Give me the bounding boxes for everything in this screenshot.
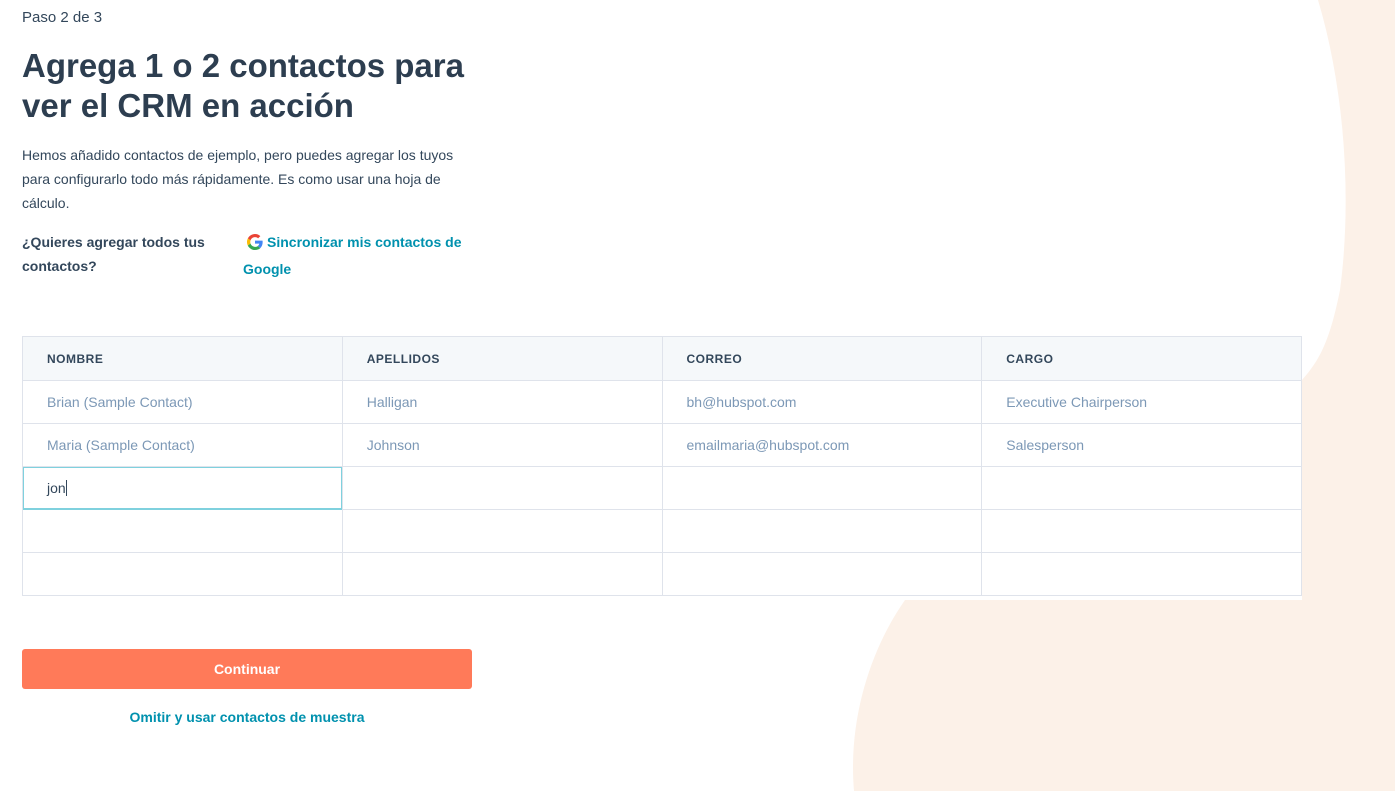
table-row: Brian (Sample Contact) Halligan bh@hubsp… [22, 380, 1302, 424]
cell-cargo[interactable] [981, 466, 1302, 510]
cell-cargo[interactable]: Salesperson [981, 423, 1302, 467]
cell-cargo[interactable]: Executive Chairperson [981, 380, 1302, 424]
cell-correo[interactable] [661, 552, 983, 596]
cell-nombre[interactable]: Brian (Sample Contact) [22, 380, 343, 424]
google-icon [247, 233, 263, 257]
skip-use-sample-contacts-link[interactable]: Omitir y usar contactos de muestra [22, 706, 472, 728]
cell-apellidos[interactable] [341, 552, 663, 596]
cell-nombre[interactable]: Maria (Sample Contact) [22, 423, 343, 467]
column-header-correo: CORREO [661, 336, 983, 381]
table-row [22, 509, 1302, 553]
table-row: Maria (Sample Contact) Johnson emailmari… [22, 423, 1302, 467]
column-header-apellidos: APELLIDOS [341, 336, 663, 381]
cell-apellidos[interactable] [341, 466, 663, 510]
page-description: Hemos añadido contactos de ejemplo, pero… [22, 147, 454, 211]
cell-correo[interactable] [661, 466, 983, 510]
sync-link-label: Sincronizar mis contactos de Google [243, 234, 462, 277]
table-row [22, 552, 1302, 596]
cell-nombre-editing[interactable]: jon [22, 466, 343, 510]
table-row: jon [22, 466, 1302, 510]
cell-apellidos[interactable]: Halligan [341, 380, 663, 424]
text-cursor [65, 480, 67, 496]
cell-nombre[interactable] [22, 552, 343, 596]
cell-correo[interactable] [661, 509, 983, 553]
continue-button[interactable]: Continuar [22, 649, 472, 689]
cell-apellidos[interactable] [341, 509, 663, 553]
contacts-table: NOMBRE APELLIDOS CORREO CARGO Brian (Sam… [22, 336, 1302, 596]
sync-question: ¿Quieres agregar todos tus contactos? [22, 234, 205, 274]
column-header-cargo: CARGO [981, 336, 1302, 381]
cell-cargo[interactable] [981, 552, 1302, 596]
sync-google-contacts-link[interactable]: Sincronizar mis contactos de Google [243, 230, 488, 281]
cell-correo[interactable]: emailmaria@hubspot.com [661, 423, 983, 467]
cell-nombre[interactable] [22, 509, 343, 553]
cell-input-value: jon [47, 480, 66, 496]
step-indicator: Paso 2 de 3 [22, 9, 103, 26]
cell-correo[interactable]: bh@hubspot.com [661, 380, 983, 424]
cell-cargo[interactable] [981, 509, 1302, 553]
table-header-row: NOMBRE APELLIDOS CORREO CARGO [22, 336, 1302, 381]
cell-apellidos[interactable]: Johnson [341, 423, 663, 467]
page-title: Agrega 1 o 2 contactos para ver el CRM e… [22, 47, 464, 124]
column-header-nombre: NOMBRE [22, 336, 343, 381]
